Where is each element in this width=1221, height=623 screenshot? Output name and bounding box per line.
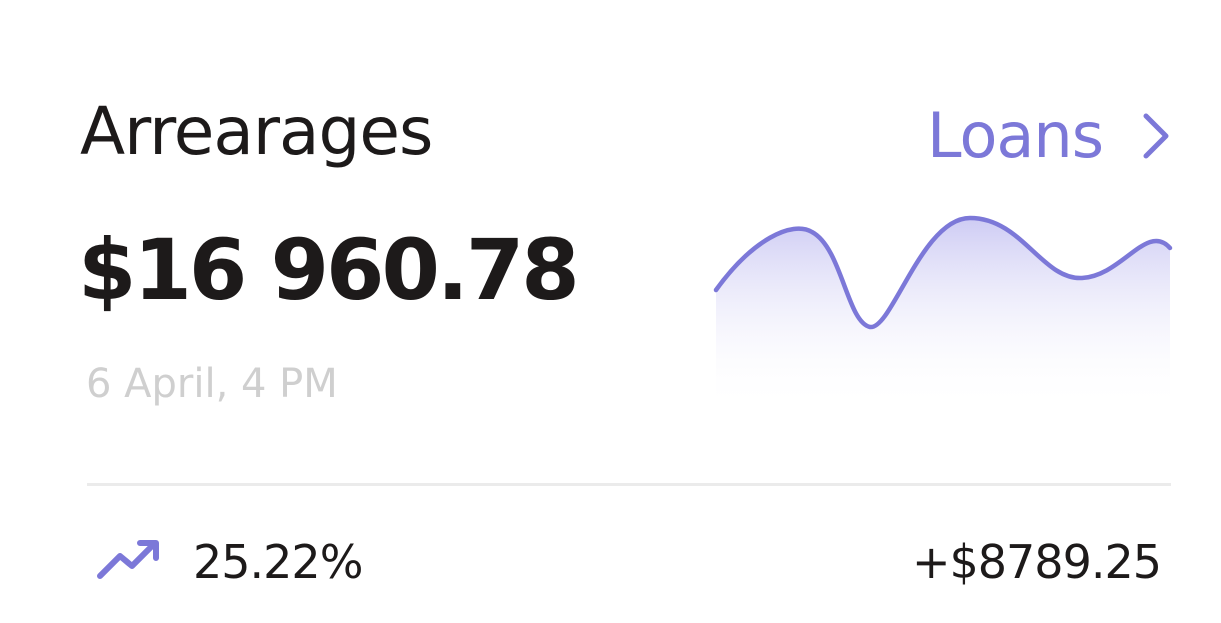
sparkline-chart (713, 215, 1173, 410)
sparkline-area (716, 218, 1170, 410)
arrearages-amount: $16 960.78 (78, 221, 580, 319)
change-amount: +$8789.25 (911, 535, 1162, 589)
arrearages-card: Arrearages Loans $16 960.78 6 April, 4 P… (0, 0, 1221, 623)
chevron-right-icon (1143, 113, 1169, 159)
loans-link[interactable]: Loans (927, 96, 1169, 176)
loans-link-label: Loans (927, 99, 1104, 172)
timestamp: 6 April, 4 PM (86, 361, 338, 407)
trending-up-icon (97, 540, 159, 579)
card-title: Arrearages (80, 93, 433, 170)
change-percent: 25.22% (193, 535, 363, 589)
divider (87, 483, 1171, 486)
